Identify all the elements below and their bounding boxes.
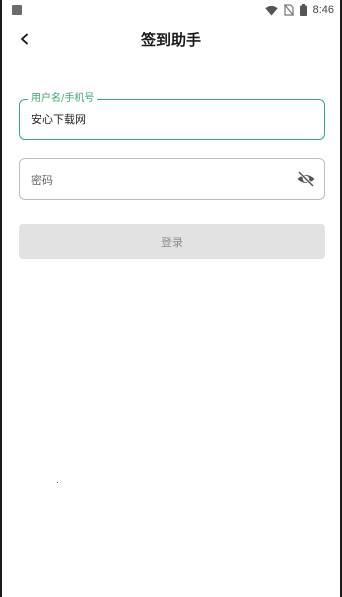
- status-bar: 8:46: [0, 0, 342, 20]
- password-placeholder: 密码: [31, 174, 53, 187]
- app-bar: 签到助手: [0, 22, 342, 58]
- notification-square-icon: [12, 5, 22, 15]
- no-sim-icon: [283, 4, 294, 16]
- battery-icon: [299, 4, 307, 16]
- wifi-icon: [264, 5, 278, 15]
- page-title: 签到助手: [140, 31, 201, 49]
- password-visibility-toggle[interactable]: [296, 169, 316, 189]
- login-button[interactable]: 登录: [19, 224, 325, 259]
- screen-frame-left: [0, 0, 2, 597]
- username-label: 用户名/手机号: [28, 92, 98, 106]
- username-value[interactable]: 安心下载网: [31, 111, 86, 127]
- password-field[interactable]: 密码: [19, 158, 325, 200]
- status-time: 8:46: [312, 4, 334, 16]
- eye-off-icon: [297, 170, 315, 188]
- artifact-dot: [57, 482, 58, 483]
- username-field[interactable]: 用户名/手机号 安心下载网: [19, 92, 325, 140]
- status-right: 8:46: [264, 4, 334, 16]
- status-left: [12, 5, 22, 15]
- phone-screen: 8:46 签到助手 用户名/手机号 安心下载网 密码 登录: [0, 0, 342, 597]
